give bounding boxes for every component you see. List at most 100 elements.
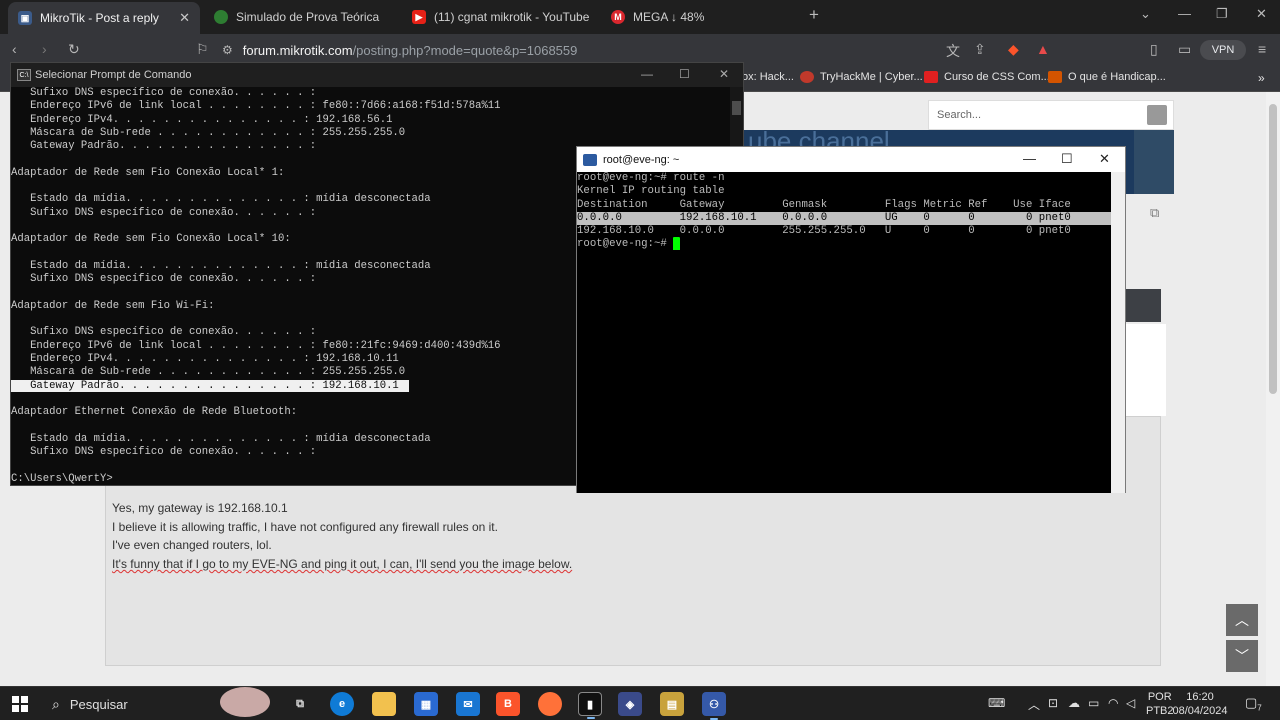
minimize-browser-icon[interactable]: — — [1178, 6, 1191, 21]
back-icon[interactable]: ‹ — [12, 41, 17, 57]
tab-youtube[interactable]: ▶ (11) cgnat mikrotik - YouTube — [402, 4, 594, 30]
search-icon: ⌕ — [52, 695, 60, 712]
cmd-maximize-icon[interactable]: ☐ — [679, 67, 690, 81]
bookmark-label: Curso de CSS Com... — [944, 71, 1050, 83]
terminal-line: 0.0.0.0 192.168.10.1 0.0.0.0 UG 0 0 0 pn… — [577, 211, 1111, 226]
terminal-line: Destination Gateway Genmask Flags Metric… — [577, 198, 1071, 211]
brave-taskbar-icon[interactable]: B — [496, 692, 520, 716]
cloud-icon[interactable]: ☁ — [1068, 696, 1080, 710]
bookmark-item[interactable]: O que é Handicap... — [1048, 71, 1166, 83]
putty-minimize-icon[interactable]: — — [1023, 151, 1036, 166]
cmd-minimize-icon[interactable]: — — [641, 67, 653, 81]
mail-icon[interactable]: ✉ — [456, 692, 480, 716]
tab-simulado[interactable]: Simulado de Prova Teórica — [204, 4, 396, 30]
more-bookmarks-icon[interactable]: » — [1258, 71, 1265, 85]
browser-tab-strip: ▣ MikroTik - Post a reply ✕ Simulado de … — [0, 0, 1280, 34]
terminal-line: root@eve-ng:~# route -n — [577, 172, 725, 184]
clock[interactable]: 16:20 08/04/2024 — [1170, 690, 1230, 718]
notifications-icon[interactable]: ▢7 — [1245, 695, 1262, 713]
keyboard-icon[interactable]: ⌨ — [988, 696, 1005, 710]
tab-label: MikroTik - Post a reply — [40, 11, 159, 25]
close-tab-icon[interactable]: ✕ — [179, 10, 190, 26]
close-browser-icon[interactable]: ✕ — [1256, 6, 1267, 22]
terminal-line: Kernel IP routing table — [577, 185, 725, 198]
cmd-line: Endereço IPv4. . . . . . . . . . . . . .… — [11, 113, 393, 126]
cmd-titlebar[interactable]: C:\ Selecionar Prompt de Comando — ☐ ✕ — [11, 63, 743, 87]
banner-avatar — [1134, 130, 1174, 194]
terminal-line: root@eve-ng:~# █ — [577, 238, 680, 251]
cmd-title: Selecionar Prompt de Comando — [35, 69, 192, 81]
network-icon[interactable]: ⊡ — [1048, 696, 1058, 710]
tab-search-chevron-icon[interactable]: ⌄ — [1140, 6, 1151, 22]
tryhackme-icon — [800, 71, 814, 83]
bookmark-item[interactable]: TryHackMe | Cyber... — [800, 71, 923, 83]
scroll-up-button[interactable]: ︿ — [1226, 604, 1258, 636]
bookmark-label: TryHackMe | Cyber... — [820, 71, 923, 83]
mega-favicon-icon: M — [611, 10, 625, 24]
show-hidden-icons-icon[interactable]: ︿ — [1028, 696, 1040, 713]
putty-maximize-icon[interactable]: ☐ — [1061, 151, 1073, 167]
putty-terminal[interactable]: root@eve-ng:~# route -n Kernel IP routing… — [577, 172, 1111, 493]
bookmark-icon[interactable]: ⚐ — [196, 41, 209, 58]
cmd-close-icon[interactable]: ✕ — [719, 67, 729, 81]
edge-icon[interactable]: e — [330, 692, 354, 716]
tab-mikrotik[interactable]: ▣ MikroTik - Post a reply ✕ — [8, 2, 200, 34]
vpn-label: VPN — [1211, 44, 1235, 56]
search-highlight-image — [220, 687, 270, 717]
network-app-icon[interactable]: ⚇ — [702, 692, 726, 720]
brave-shields-icon[interactable]: ◆ — [1008, 41, 1019, 58]
page-scrollbar[interactable] — [1266, 92, 1280, 686]
bookmark-label: O que é Handicap... — [1068, 71, 1166, 83]
cmd-icon: C:\ — [17, 69, 31, 81]
toolbar-button[interactable] — [1126, 289, 1161, 322]
clock-time: 16:20 — [1186, 691, 1214, 703]
mikrotik-favicon-icon: ▣ — [18, 11, 32, 25]
task-view-icon[interactable]: ⧉ — [288, 692, 312, 716]
start-windows-icon[interactable] — [12, 696, 28, 712]
file-explorer-icon[interactable] — [372, 692, 396, 716]
reload-icon[interactable]: ↻ — [68, 41, 80, 58]
reply-line: I've even changed routers, lol. — [112, 538, 272, 553]
putty-taskbar-icon[interactable]: ▤ — [660, 692, 684, 716]
putty-icon — [583, 153, 597, 166]
handicap-bookmark-icon — [1048, 71, 1062, 83]
scrollbar-thumb[interactable] — [1269, 104, 1277, 394]
tab-mega[interactable]: M MEGA ↓ 48% — [601, 4, 793, 30]
cmd-taskbar-icon[interactable]: ▮ — [578, 692, 602, 719]
terminal-line: 192.168.10.0 0.0.0.0 255.255.255.0 U 0 0… — [577, 225, 1071, 238]
youtube-favicon-icon: ▶ — [412, 10, 426, 24]
maximize-browser-icon[interactable]: ❐ — [1216, 6, 1228, 22]
putty-scrollbar[interactable] — [1111, 172, 1125, 493]
taskbar-search[interactable]: ⌕ Pesquisar — [44, 687, 282, 719]
taskbar: ⌕ Pesquisar ⧉ e ▦ ✉ B ▮ ◈ ▤ ⚇ ⌨ ︿ ⊡ ☁ ▭ … — [0, 686, 1280, 720]
battery-icon[interactable]: ▭ — [1088, 696, 1099, 710]
site-info-icon[interactable]: ⚙ — [222, 43, 233, 57]
wifi-icon[interactable]: ◠ — [1108, 696, 1118, 710]
vpn-button[interactable]: VPN — [1200, 40, 1246, 60]
cmd-line: Sufixo DNS específico de conexão. . . . … — [11, 87, 317, 99]
user-icon[interactable] — [1147, 105, 1167, 125]
microsoft-store-icon[interactable]: ▦ — [414, 692, 438, 716]
bookmark-item[interactable]: Curso de CSS Com... — [924, 71, 1050, 83]
firefox-icon[interactable] — [538, 692, 562, 716]
reply-text: Yes, my gateway is 192.168.10.1 I believ… — [112, 499, 572, 574]
virtualbox-icon[interactable]: ◈ — [618, 692, 642, 716]
menu-icon[interactable]: ≡ — [1258, 41, 1266, 57]
putty-close-icon[interactable]: ✕ — [1099, 151, 1110, 167]
wallet-icon[interactable]: ▭ — [1178, 41, 1191, 58]
brave-rewards-icon[interactable]: ▲ — [1036, 41, 1050, 57]
putty-titlebar[interactable]: root@eve-ng: ~ — ☐ ✕ — [577, 147, 1125, 172]
address-bar[interactable]: ⚙ forum.mikrotik.com/posting.php?mode=qu… — [222, 37, 1022, 63]
sidebar-toggle-icon[interactable]: ▯ — [1150, 41, 1158, 58]
translate-icon[interactable]: 文 — [946, 41, 960, 61]
cmd-scrollbar-thumb[interactable] — [732, 101, 741, 115]
tab-label: Simulado de Prova Teórica — [236, 10, 380, 24]
scroll-down-button[interactable]: ﹀ — [1226, 640, 1258, 672]
forum-search-input[interactable]: Search... — [928, 100, 1174, 130]
share-icon[interactable]: ⇪ — [974, 41, 986, 58]
volume-icon[interactable]: ◁ — [1126, 696, 1135, 710]
forward-icon[interactable]: › — [42, 41, 47, 57]
bookmark-item[interactable]: ox: Hack... — [742, 71, 794, 83]
external-link-icon[interactable]: ⧉ — [1150, 205, 1159, 221]
new-tab-icon[interactable]: + — [809, 5, 819, 25]
